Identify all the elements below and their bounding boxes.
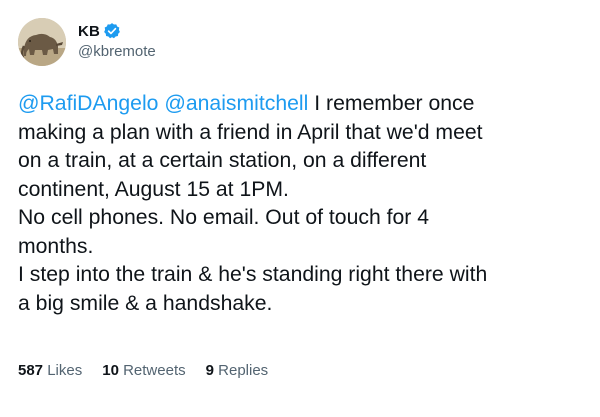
retweets-label: Retweets bbox=[123, 362, 186, 379]
likes-count: 587 bbox=[18, 362, 44, 379]
likes-stat[interactable]: 587 Likes bbox=[18, 362, 82, 379]
tweet-line: I step into the train & he's standing ri… bbox=[18, 263, 488, 286]
likes-label: Likes bbox=[47, 362, 83, 379]
tweet-line: making a plan with a friend in April tha… bbox=[18, 120, 483, 144]
author-handle[interactable]: @kbremote bbox=[78, 43, 156, 60]
replies-label: Replies bbox=[218, 362, 269, 379]
tweet-line: a big smile & a handshake. bbox=[18, 291, 273, 315]
author-display-name[interactable]: KB bbox=[78, 23, 100, 40]
mention-link[interactable]: @RafiDAngelo bbox=[18, 92, 158, 115]
author-name-row[interactable]: KB bbox=[78, 20, 121, 42]
tweet-line: on a train, at a certain station, on a d… bbox=[18, 149, 427, 172]
tweet-text: @RafiDAngelo @anaismitchell I remember o… bbox=[18, 90, 590, 318]
elephant-photo-icon bbox=[18, 18, 66, 66]
tweet-line: @RafiDAngelo @anaismitchell I remember o… bbox=[18, 90, 590, 119]
tweet-line: No cell phones. No email. Out of touch f… bbox=[18, 206, 430, 229]
avatar[interactable] bbox=[18, 18, 66, 66]
tweet-line: months. bbox=[18, 234, 94, 258]
engagement-stats: 587 Likes 10 Retweets 9 Replies bbox=[18, 362, 288, 379]
retweets-stat[interactable]: 10 Retweets bbox=[102, 362, 185, 379]
tweet-line-text: I remember once bbox=[314, 92, 475, 115]
replies-stat[interactable]: 9 Replies bbox=[206, 362, 269, 379]
retweets-count: 10 bbox=[102, 362, 119, 379]
tweet-line: continent, August 15 at 1PM. bbox=[18, 177, 289, 201]
tweet-card: KB @kbremote @RafiDAngelo @anaismitchell… bbox=[0, 0, 600, 417]
replies-count: 9 bbox=[205, 362, 214, 379]
verified-badge-icon bbox=[103, 22, 121, 40]
mention-link[interactable]: @anaismitchell bbox=[164, 92, 308, 115]
